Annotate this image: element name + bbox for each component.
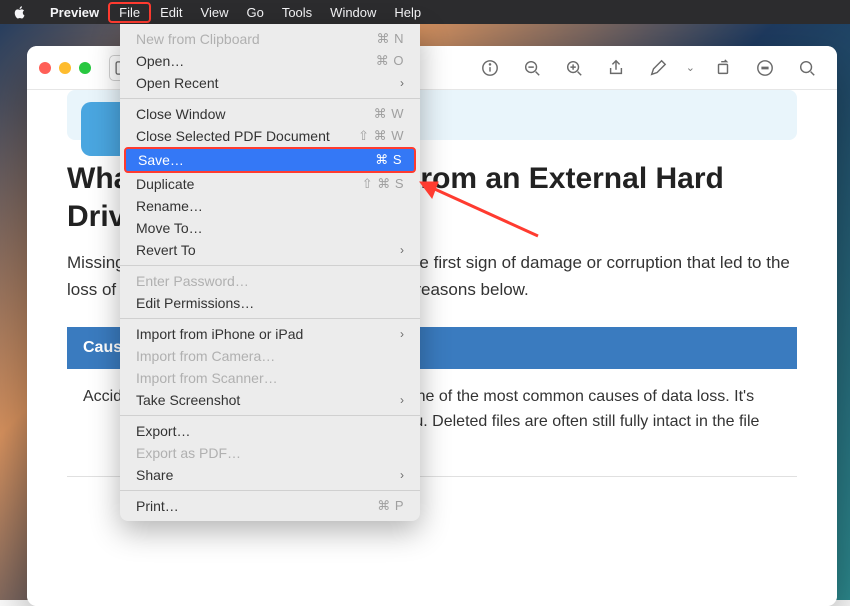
menu-item-take-screenshot[interactable]: Take Screenshot› [120,389,420,411]
traffic-lights [39,62,91,74]
close-window-button[interactable] [39,62,51,74]
menu-item-new-from-clipboard: New from Clipboard⌘ N [120,28,420,50]
menu-item-close-window[interactable]: Close Window⌘ W [120,103,420,125]
app-name[interactable]: Preview [41,2,108,23]
menu-file[interactable]: File [108,2,151,23]
menu-item-label: Take Screenshot [136,392,400,408]
menu-item-label: New from Clipboard [136,31,377,47]
chevron-right-icon: › [400,243,404,257]
menu-item-shortcut: ⇧ ⌘ S [362,176,404,192]
menu-item-share[interactable]: Share› [120,464,420,486]
fullscreen-window-button[interactable] [79,62,91,74]
chevron-right-icon: › [400,468,404,482]
menu-item-duplicate[interactable]: Duplicate⇧ ⌘ S [120,173,420,195]
minimize-window-button[interactable] [59,62,71,74]
menu-item-rename[interactable]: Rename… [120,195,420,217]
menu-item-export[interactable]: Export… [120,420,420,442]
menu-item-shortcut: ⌘ P [377,498,404,514]
zoom-out-icon[interactable] [518,55,546,81]
chevron-right-icon: › [400,76,404,90]
menu-item-shortcut: ⌘ N [377,31,405,47]
menu-item-label: Import from Scanner… [136,370,404,386]
menu-item-label: Revert To [136,242,400,258]
menu-item-enter-password: Enter Password… [120,270,420,292]
highlight-icon[interactable] [751,55,779,81]
menu-item-move-to[interactable]: Move To… [120,217,420,239]
zoom-in-icon[interactable] [560,55,588,81]
menu-item-import-from-iphone-or-ipad[interactable]: Import from iPhone or iPad› [120,323,420,345]
menu-item-label: Edit Permissions… [136,295,404,311]
menu-separator [120,318,420,319]
menu-item-shortcut: ⌘ W [374,106,404,122]
menu-separator [120,98,420,99]
menu-item-open[interactable]: Open…⌘ O [120,50,420,72]
markup-chevron-icon[interactable]: ⌄ [686,61,695,74]
file-menu-dropdown: New from Clipboard⌘ NOpen…⌘ OOpen Recent… [120,24,420,521]
menu-item-label: Share [136,467,400,483]
menu-item-label: Rename… [136,198,404,214]
menu-separator [120,265,420,266]
rotate-icon[interactable] [709,55,737,81]
menu-item-label: Print… [136,498,377,514]
menu-item-label: Move To… [136,220,404,236]
system-menubar: Preview File Edit View Go Tools Window H… [0,0,850,24]
menu-item-import-from-camera: Import from Camera… [120,345,420,367]
menu-item-close-selected-pdf-document[interactable]: Close Selected PDF Document⇧ ⌘ W [120,125,420,147]
menu-item-label: Close Window [136,106,374,122]
menu-item-shortcut: ⌘ O [376,53,404,69]
menu-edit[interactable]: Edit [151,2,191,23]
menu-item-edit-permissions[interactable]: Edit Permissions… [120,292,420,314]
menu-item-label: Import from iPhone or iPad [136,326,400,342]
menu-separator [120,490,420,491]
menu-separator [120,415,420,416]
search-icon[interactable] [793,55,821,81]
menu-item-shortcut: ⇧ ⌘ W [358,128,404,144]
menu-item-label: Open Recent [136,75,400,91]
menu-item-open-recent[interactable]: Open Recent› [120,72,420,94]
menu-go[interactable]: Go [237,2,272,23]
apple-logo-icon[interactable] [12,5,27,20]
chevron-right-icon: › [400,393,404,407]
menu-view[interactable]: View [192,2,238,23]
menu-item-label: Save… [138,152,375,168]
menu-item-label: Enter Password… [136,273,404,289]
menu-item-label: Duplicate [136,176,362,192]
menu-item-label: Export… [136,423,404,439]
menu-tools[interactable]: Tools [273,2,321,23]
menu-help[interactable]: Help [385,2,430,23]
menu-item-label: Import from Camera… [136,348,404,364]
info-icon[interactable] [476,55,504,81]
markup-pencil-icon[interactable] [644,55,672,81]
menu-item-revert-to[interactable]: Revert To› [120,239,420,261]
menu-window[interactable]: Window [321,2,385,23]
menu-item-print[interactable]: Print…⌘ P [120,495,420,517]
menu-item-save[interactable]: Save…⌘ S [124,147,416,173]
menu-item-export-as-pdf: Export as PDF… [120,442,420,464]
chevron-right-icon: › [400,327,404,341]
menu-item-import-from-scanner: Import from Scanner… [120,367,420,389]
menu-item-label: Open… [136,53,376,69]
menu-item-label: Export as PDF… [136,445,404,461]
share-icon[interactable] [602,55,630,81]
menu-item-label: Close Selected PDF Document [136,128,358,144]
menu-item-shortcut: ⌘ S [375,152,402,168]
